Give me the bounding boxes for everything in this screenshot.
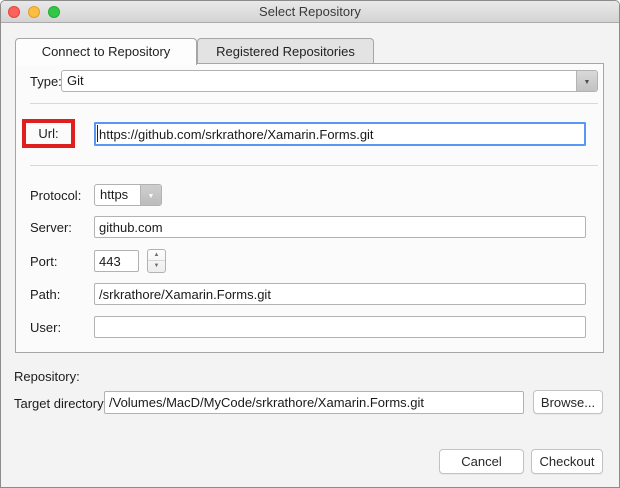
server-input[interactable] [94,216,586,238]
repository-section-label: Repository: [14,369,80,384]
user-label: User: [30,320,61,335]
checkout-button[interactable]: Checkout [531,449,603,474]
select-repository-dialog: Select Repository Connect to Repository … [0,0,620,488]
type-label: Type: [30,74,62,89]
url-input[interactable] [94,122,586,146]
type-select[interactable]: Git ▼ [61,70,598,92]
stepper-up-button[interactable]: ▲ [148,250,165,261]
port-label: Port: [30,254,57,269]
path-input[interactable] [94,283,586,305]
target-directory-input[interactable] [104,391,524,414]
tab-connect-to-repository[interactable]: Connect to Repository [15,38,197,65]
protocol-label: Protocol: [30,188,81,203]
protocol-dropdown-button[interactable]: ▼ [140,185,161,205]
connect-panel: Type: Git ▼ Url: Protocol: https ▼ Serve… [15,63,604,353]
url-highlight-box: Url: [22,119,75,148]
title-bar[interactable]: Select Repository [1,1,619,23]
divider [30,165,598,166]
protocol-select[interactable]: https ▼ [94,184,162,206]
port-input[interactable] [94,250,139,272]
chevron-down-icon: ▼ [148,193,155,200]
chevron-down-icon: ▼ [584,79,591,86]
tab-registered-repositories[interactable]: Registered Repositories [197,38,374,63]
browse-button[interactable]: Browse... [533,390,603,414]
type-value: Git [67,71,84,91]
cancel-button[interactable]: Cancel [439,449,524,474]
target-directory-label: Target directory: [14,396,107,411]
divider [30,103,598,104]
server-label: Server: [30,220,72,235]
path-label: Path: [30,287,60,302]
window-title: Select Repository [1,1,619,23]
user-input[interactable] [94,316,586,338]
port-stepper: ▲ ▼ [147,249,166,273]
type-dropdown-button[interactable]: ▼ [576,71,597,91]
protocol-value: https [100,185,128,205]
url-label: Url: [38,126,58,141]
stepper-down-button[interactable]: ▼ [148,261,165,272]
